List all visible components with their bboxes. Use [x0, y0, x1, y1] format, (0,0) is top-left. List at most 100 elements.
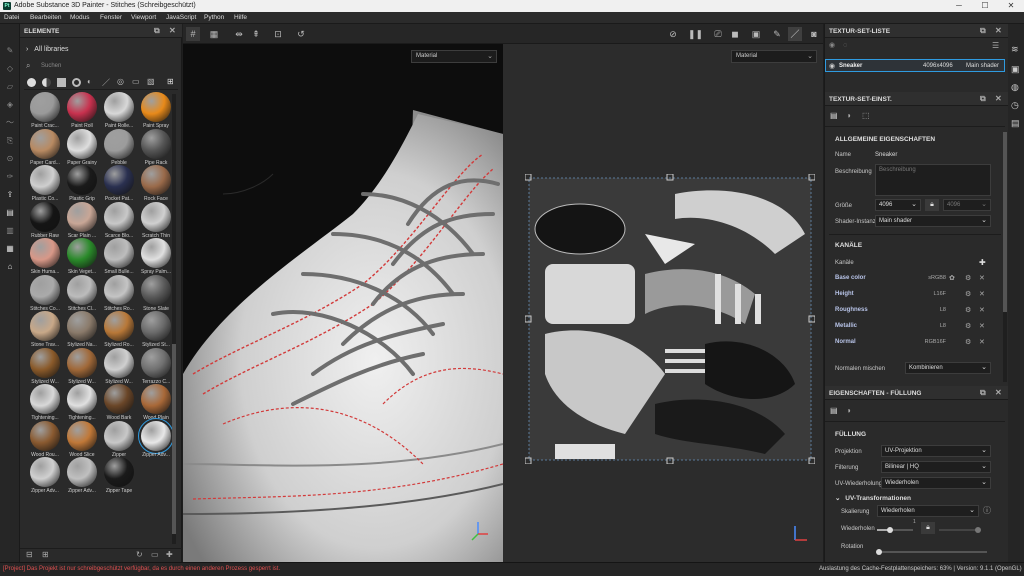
repeat-slider-2[interactable]: [939, 527, 981, 533]
uv-grid-icon[interactable]: ▦: [207, 27, 221, 41]
material-swatch[interactable]: [30, 347, 60, 378]
menu-help[interactable]: Hilfe: [234, 14, 247, 21]
geometry-mask-icon[interactable]: ◈: [5, 100, 15, 110]
tab-material-icon[interactable]: ◑: [846, 406, 851, 415]
remove-channel-icon[interactable]: ✕: [979, 306, 985, 314]
material-swatch[interactable]: [67, 201, 97, 232]
menu-viewport[interactable]: Viewport: [131, 14, 156, 21]
size-select-2[interactable]: 4096 ⌄: [943, 199, 991, 211]
refresh-icon[interactable]: ↻: [136, 550, 143, 559]
bake-icon[interactable]: ▥: [5, 226, 15, 236]
tools-icon[interactable]: ▭: [132, 77, 140, 86]
material-swatch[interactable]: [141, 92, 171, 122]
projection-select[interactable]: UV-Projektion ⌄: [881, 445, 991, 457]
material-swatch[interactable]: [67, 311, 97, 341]
float-panel-icon[interactable]: ⧉: [980, 94, 986, 104]
import-icon[interactable]: ⊞: [42, 550, 49, 559]
lock-icon[interactable]: 🔒︎: [921, 522, 935, 534]
filtering-select[interactable]: Bilinear | HQ ⌄: [881, 461, 991, 473]
material-swatch[interactable]: [30, 165, 60, 195]
fit-icon[interactable]: ⊡: [271, 27, 285, 41]
scaling-select[interactable]: Wiederholen ⌄: [877, 505, 979, 517]
remove-channel-icon[interactable]: ✕: [979, 290, 985, 298]
material-swatch[interactable]: [104, 92, 134, 122]
projection-icon[interactable]: ▱: [5, 82, 15, 92]
material-swatch[interactable]: [141, 347, 171, 378]
menu-file[interactable]: Datei: [4, 14, 19, 21]
remove-channel-icon[interactable]: ✕: [979, 322, 985, 330]
material-swatch[interactable]: [104, 311, 134, 341]
display-settings-icon[interactable]: ◍: [1011, 82, 1019, 93]
camera-cube-icon[interactable]: ◼: [728, 27, 742, 41]
viewport-2d-mode-select[interactable]: Material ⌄: [731, 50, 817, 63]
material-swatch[interactable]: [30, 274, 60, 305]
material-swatch[interactable]: [104, 128, 134, 159]
smudge-icon[interactable]: 〜: [5, 118, 15, 128]
channel-settings-icon[interactable]: ⚙: [965, 338, 971, 346]
size-select[interactable]: 4096 ⌄: [875, 199, 921, 211]
tab-properties-icon[interactable]: ▤: [830, 406, 838, 415]
pause-icon[interactable]: ❚❚: [688, 27, 703, 41]
float-panel-icon[interactable]: ⧉: [154, 26, 160, 36]
shader-instance-select[interactable]: Main shader ⌄: [875, 215, 991, 227]
material-swatch[interactable]: [67, 92, 97, 122]
maximize-button[interactable]: ☐: [972, 0, 998, 12]
list-view-icon[interactable]: ▭: [151, 550, 159, 559]
material-swatch[interactable]: [67, 347, 97, 378]
menu-mode[interactable]: Modus: [70, 14, 90, 21]
settings-scrollbar[interactable]: [1003, 132, 1007, 382]
uv-transform-section[interactable]: ⌄ UV-Transformationen: [835, 494, 911, 502]
shelf-scrollbar[interactable]: [172, 94, 176, 544]
color-management-icon[interactable]: ✿: [949, 274, 955, 282]
material-swatch[interactable]: [141, 128, 171, 159]
close-panel-icon[interactable]: ✕: [995, 26, 1002, 35]
add-channel-icon[interactable]: ✚: [979, 258, 986, 267]
eye-icon[interactable]: ◉: [829, 62, 835, 70]
viewport-3d-mode-select[interactable]: Material ⌄: [411, 50, 497, 63]
texture-set-icon[interactable]: ▣: [1011, 64, 1020, 75]
layers-stack-icon[interactable]: ≋: [1011, 44, 1019, 55]
material-swatch[interactable]: [104, 347, 134, 378]
new-folder-icon[interactable]: ⊟: [26, 550, 33, 559]
material-swatch[interactable]: [141, 311, 171, 341]
material-swatch[interactable]: [104, 457, 134, 487]
tab-settings-icon[interactable]: ▤: [830, 111, 838, 120]
material-swatch[interactable]: [141, 274, 171, 305]
grid-view-icon[interactable]: ⊞: [167, 77, 174, 86]
no-camera-icon[interactable]: ⊘: [666, 27, 680, 41]
hide-icon[interactable]: ◌: [843, 42, 847, 49]
generators-icon[interactable]: [72, 78, 81, 87]
viewport-2d[interactable]: Material ⌄: [503, 44, 823, 562]
material-swatch[interactable]: [30, 420, 60, 451]
assets-icon[interactable]: ▦: [5, 244, 15, 254]
rotation-slider[interactable]: [876, 549, 987, 555]
material-swatch[interactable]: [67, 238, 97, 268]
brush-mode-icon[interactable]: ／: [788, 27, 802, 41]
material-swatch[interactable]: [104, 238, 134, 268]
viewport-3d[interactable]: Material ⌄: [183, 44, 503, 562]
close-panel-icon[interactable]: ✕: [995, 94, 1002, 103]
history-viewport-icon[interactable]: ↺: [294, 27, 308, 41]
material-swatch[interactable]: [67, 165, 97, 195]
particles-icon[interactable]: ◎: [117, 77, 124, 86]
material-swatch[interactable]: [30, 311, 60, 341]
info-icon[interactable]: ⓘ: [983, 505, 991, 516]
remove-channel-icon[interactable]: ✕: [979, 274, 985, 282]
material-swatch[interactable]: [30, 384, 60, 414]
export-icon[interactable]: ⇪: [5, 190, 15, 200]
remove-channel-icon[interactable]: ✕: [979, 338, 985, 346]
channel-settings-icon[interactable]: ⚙: [965, 274, 971, 282]
material-picker-icon[interactable]: ⊙: [5, 154, 15, 164]
material-swatch[interactable]: [30, 92, 60, 122]
material-swatch[interactable]: [104, 165, 134, 195]
smart-materials-icon[interactable]: [42, 78, 51, 87]
menu-window[interactable]: Fenster: [100, 14, 122, 21]
close-panel-icon[interactable]: ✕: [169, 26, 176, 35]
close-button[interactable]: ✕: [998, 0, 1024, 12]
lock-icon[interactable]: 🔒︎: [925, 199, 939, 211]
material-swatch[interactable]: [30, 128, 60, 159]
normal-mix-select[interactable]: Kombinieren ⌄: [905, 362, 991, 374]
history-panel-icon[interactable]: ◷: [1011, 100, 1019, 111]
material-swatch[interactable]: [30, 201, 60, 232]
visibility-icon[interactable]: ◉: [829, 42, 835, 49]
